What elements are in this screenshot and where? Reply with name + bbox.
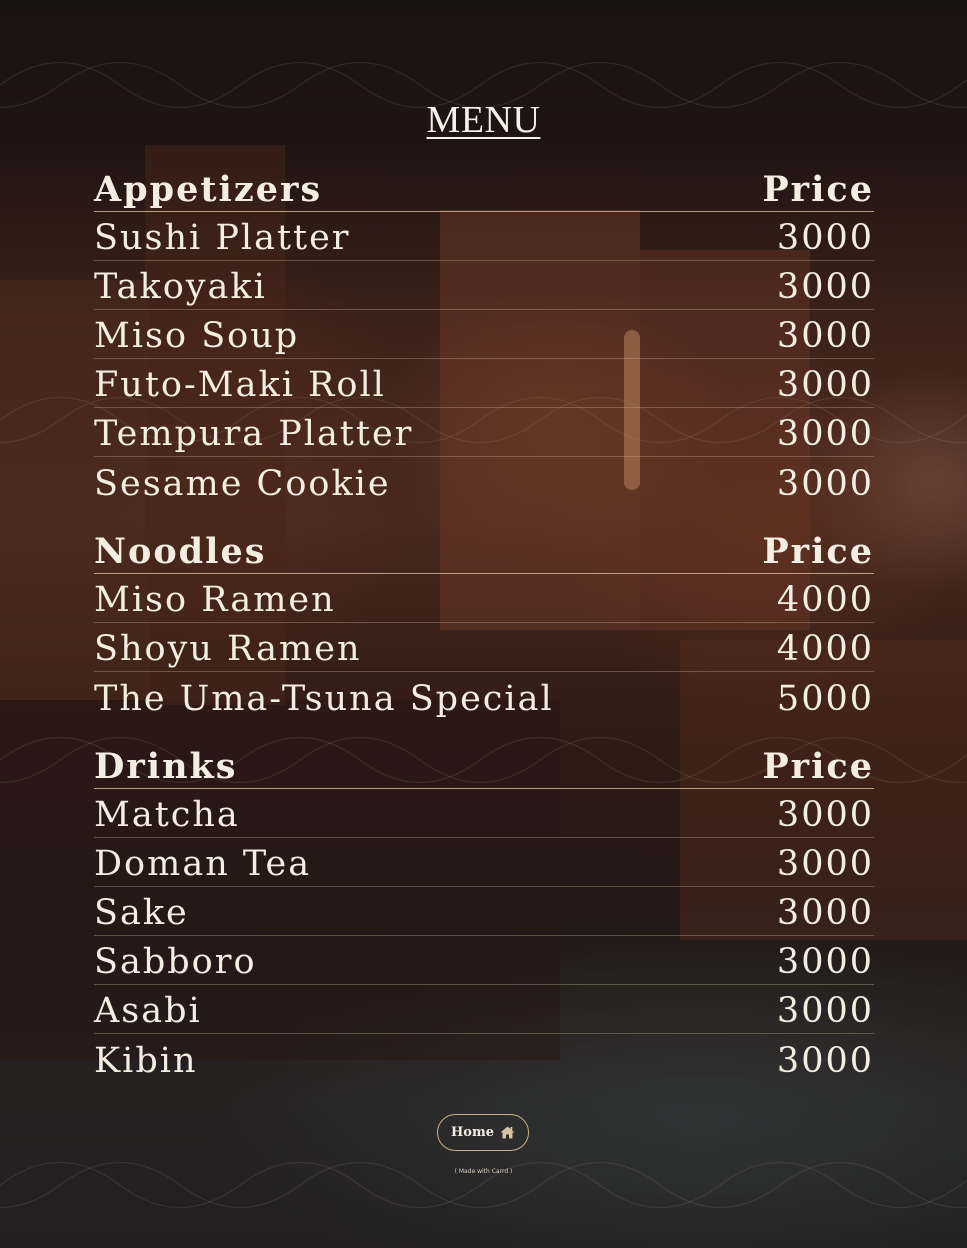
section-noodles: Noodles Price Miso Ramen 4000 Shoyu Rame… <box>94 534 874 721</box>
menu-item-name: Miso Soup <box>94 316 300 356</box>
menu-item-name: Takoyaki <box>94 267 267 307</box>
home-button-label: Home <box>451 1125 494 1140</box>
menu-item: Miso Soup 3000 <box>94 310 874 359</box>
section-title: Drinks <box>94 746 238 787</box>
menu-item-name: Sesame Cookie <box>94 464 391 504</box>
section-header: Noodles Price <box>94 534 874 574</box>
section-title: Appetizers <box>94 169 323 210</box>
menu-item: The Uma-Tsuna Special 5000 <box>94 672 874 721</box>
menu-item-name: Miso Ramen <box>94 580 336 620</box>
menu-item-price: 4000 <box>776 629 874 669</box>
menu-item: Matcha 3000 <box>94 789 874 838</box>
menu-item: Takoyaki 3000 <box>94 261 874 310</box>
menu-item-price: 3000 <box>776 1041 874 1081</box>
page-title: MENU <box>426 99 541 141</box>
menu-item-price: 3000 <box>776 218 874 258</box>
menu-item-name: Matcha <box>94 795 240 835</box>
section-appetizers: Appetizers Price Sushi Platter 3000 Tako… <box>94 172 874 506</box>
menu-item: Sake 3000 <box>94 887 874 936</box>
section-drinks: Drinks Price Matcha 3000 Doman Tea 3000 … <box>94 749 874 1083</box>
price-column-header: Price <box>762 531 874 572</box>
menu-item-name: Asabi <box>94 991 202 1031</box>
menu-item: Sesame Cookie 3000 <box>94 457 874 506</box>
menu-item-price: 3000 <box>776 893 874 933</box>
menu-item-price: 3000 <box>776 316 874 356</box>
menu-item: Asabi 3000 <box>94 985 874 1034</box>
section-title: Noodles <box>94 531 267 572</box>
home-icon <box>500 1126 515 1139</box>
menu-item: Doman Tea 3000 <box>94 838 874 887</box>
home-button[interactable]: Home <box>437 1114 529 1151</box>
menu-item-price: 3000 <box>776 991 874 1031</box>
price-column-header: Price <box>762 169 874 210</box>
menu-item: Kibin 3000 <box>94 1034 874 1083</box>
menu-item: Miso Ramen 4000 <box>94 574 874 623</box>
menu-item: Sushi Platter 3000 <box>94 212 874 261</box>
menu-container: MENU Appetizers Price Sushi Platter 3000… <box>0 0 967 1248</box>
menu-item-name: Futo-Maki Roll <box>94 365 386 405</box>
menu-item: Futo-Maki Roll 3000 <box>94 359 874 408</box>
menu-item-name: The Uma-Tsuna Special <box>94 679 554 719</box>
menu-item-price: 3000 <box>776 795 874 835</box>
menu-item: Tempura Platter 3000 <box>94 408 874 457</box>
menu-item-price: 5000 <box>776 679 874 719</box>
made-with-carrd-link[interactable]: ( Made with Carrd ) <box>0 1168 967 1175</box>
menu-item-name: Tempura Platter <box>94 414 414 454</box>
menu-item-name: Kibin <box>94 1041 198 1081</box>
menu-item-price: 3000 <box>776 365 874 405</box>
menu-item: Shoyu Ramen 4000 <box>94 623 874 672</box>
menu-item-name: Doman Tea <box>94 844 312 884</box>
menu-item: Sabboro 3000 <box>94 936 874 985</box>
menu-item-price: 4000 <box>776 580 874 620</box>
menu-item-price: 3000 <box>776 267 874 307</box>
price-column-header: Price <box>762 746 874 787</box>
section-header: Drinks Price <box>94 749 874 789</box>
menu-item-name: Shoyu Ramen <box>94 629 362 669</box>
menu-item-price: 3000 <box>776 844 874 884</box>
menu-item-name: Sabboro <box>94 942 257 982</box>
menu-item-price: 3000 <box>776 942 874 982</box>
menu-item-name: Sake <box>94 893 189 933</box>
menu-item-name: Sushi Platter <box>94 218 351 258</box>
section-header: Appetizers Price <box>94 172 874 212</box>
menu-item-price: 3000 <box>776 414 874 454</box>
menu-item-price: 3000 <box>776 464 874 504</box>
